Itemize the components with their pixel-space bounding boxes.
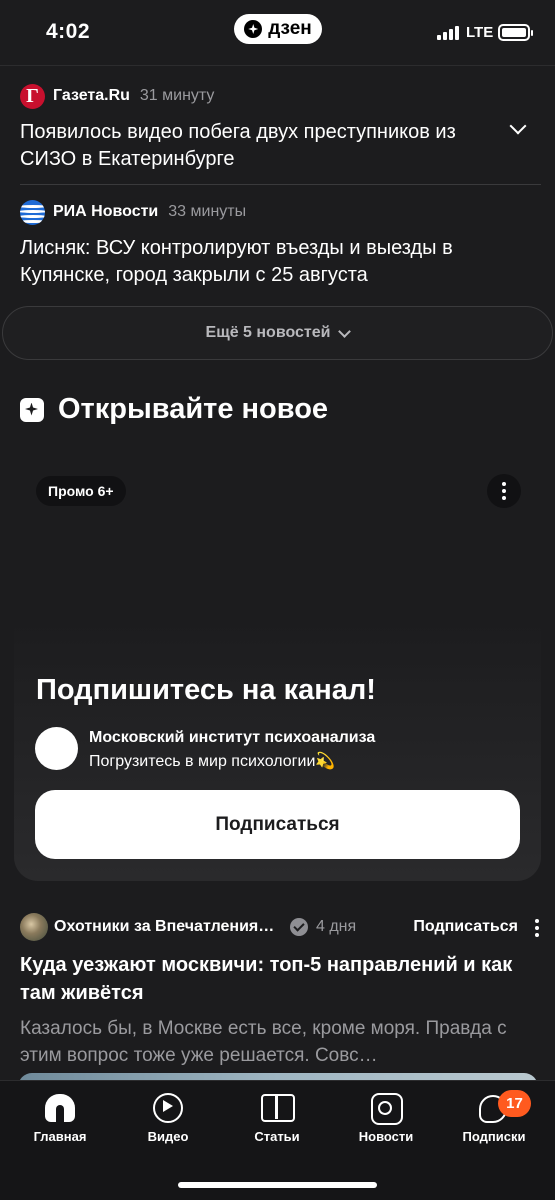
dzen-app-pill[interactable]: дзен <box>234 14 322 44</box>
post-title[interactable]: Куда уезжают москвичи: топ-5 направлений… <box>20 951 520 1007</box>
status-bar: 4:02 дзен LTE <box>0 0 555 66</box>
gazeta-logo-icon: Г <box>20 83 45 109</box>
news-time: 33 минуты <box>168 203 247 220</box>
channel-avatar[interactable] <box>35 727 78 770</box>
post-channel-name[interactable]: Охотники за Впечатления… <box>54 918 284 936</box>
tab-label: Статьи <box>254 1129 300 1144</box>
promo-channel-name[interactable]: Московский институт психоанализа <box>89 729 375 747</box>
chevron-down-icon <box>338 324 352 338</box>
news-title[interactable]: Появилось видео побега двух преступников… <box>20 119 490 173</box>
subscriptions-count-badge: 17 <box>498 1090 531 1117</box>
cellular-signal-icon <box>437 26 459 40</box>
promo-channel-desc: Погрузитесь в мир психологии💫 <box>89 753 336 770</box>
promo-card[interactable]: Промо 6+ Подпишитесь на канал! Московски… <box>14 456 541 881</box>
news-icon <box>369 1093 403 1125</box>
post-header: Охотники за Впечатления… 4 дня Подписать… <box>20 910 540 944</box>
post-subscribe-button[interactable]: Подписаться <box>413 918 518 936</box>
network-type: LTE <box>466 24 494 41</box>
channel-avatar[interactable] <box>20 913 48 941</box>
status-time: 4:02 <box>46 20 91 43</box>
tab-news[interactable]: Новости <box>336 1093 436 1144</box>
post-snippet[interactable]: Казалось бы, в Москве есть все, кроме мо… <box>20 1015 530 1069</box>
tab-label: Новости <box>358 1129 414 1144</box>
promo-title: Подпишитесь на канал! <box>36 674 376 706</box>
news-item[interactable]: Г Газета.Ru 31 минуту Появилось видео по… <box>20 83 535 173</box>
home-icon <box>43 1093 77 1123</box>
tab-label: Главная <box>33 1129 87 1144</box>
news-source-name[interactable]: РИА Новости <box>53 203 158 221</box>
dzen-logo-icon <box>244 20 263 38</box>
tab-video[interactable]: Видео <box>118 1093 218 1144</box>
more-options-icon[interactable] <box>487 474 521 508</box>
sparkle-icon <box>20 397 44 422</box>
news-divider <box>20 184 541 185</box>
tab-home[interactable]: Главная <box>10 1093 110 1144</box>
verified-check-icon <box>290 918 308 936</box>
video-icon <box>151 1093 185 1123</box>
subscribe-button[interactable]: Подписаться <box>35 790 520 859</box>
news-title[interactable]: Лисняк: ВСУ контролируют въезды и выезды… <box>20 235 490 289</box>
ria-logo-icon <box>20 199 45 225</box>
news-source-name[interactable]: Газета.Ru <box>53 87 130 105</box>
news-item[interactable]: РИА Новости 33 минуты Лисняк: ВСУ контро… <box>20 199 535 289</box>
news-time: 31 минуту <box>139 87 215 104</box>
tab-label: Подписки <box>462 1129 526 1144</box>
articles-icon <box>260 1093 295 1123</box>
chevron-down-icon[interactable] <box>509 119 529 139</box>
section-title: Открывайте новое <box>58 393 329 425</box>
post-time: 4 дня <box>316 918 357 935</box>
section-header: Открывайте новое <box>20 393 328 426</box>
battery-icon <box>498 24 533 41</box>
more-news-label: Ещё 5 новостей <box>205 324 331 341</box>
news-source: РИА Новости 33 минуты <box>20 199 535 225</box>
news-source: Г Газета.Ru 31 минуту <box>20 83 535 109</box>
home-indicator[interactable] <box>178 1182 377 1188</box>
more-options-icon[interactable] <box>534 919 540 937</box>
tab-label: Видео <box>147 1129 189 1144</box>
feed-post[interactable]: Охотники за Впечатления… 4 дня Подписать… <box>20 910 540 1069</box>
promo-badge: Промо 6+ <box>36 476 126 506</box>
dzen-label: дзен <box>268 18 312 39</box>
more-news-button[interactable]: Ещё 5 новостей <box>2 306 553 360</box>
tab-articles[interactable]: Статьи <box>227 1093 327 1144</box>
